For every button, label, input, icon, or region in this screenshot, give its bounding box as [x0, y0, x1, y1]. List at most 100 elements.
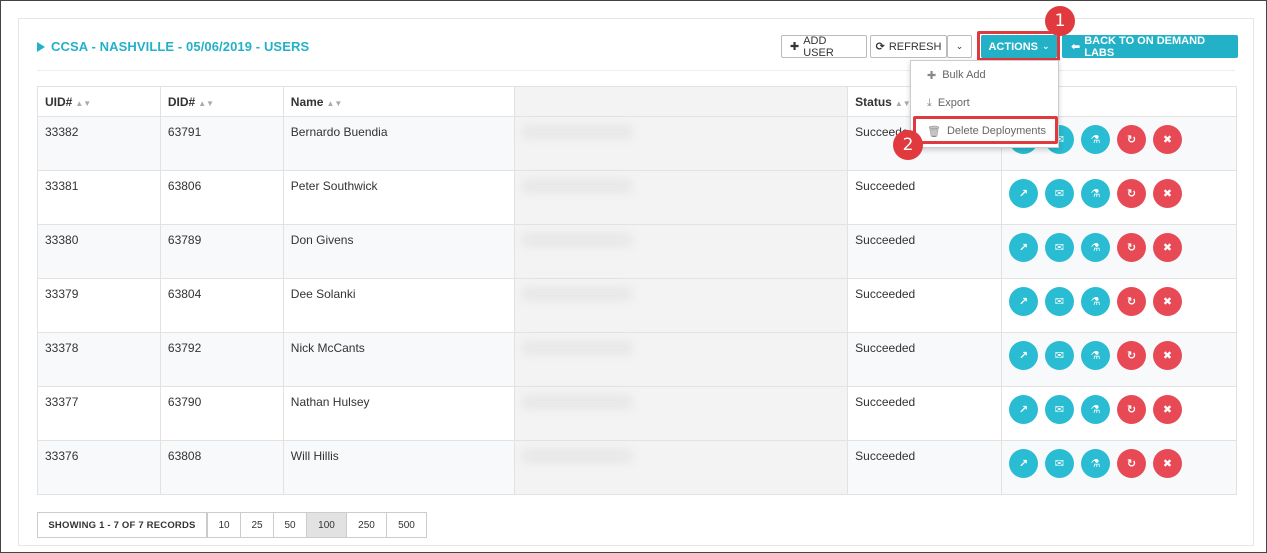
flask-icon: ⚗	[1090, 296, 1101, 308]
reset-button[interactable]: ↻	[1117, 125, 1147, 154]
email-button[interactable]: ✉	[1045, 287, 1075, 316]
sort-icon: ▲▼	[198, 99, 215, 108]
did-cell: 63789	[159, 224, 284, 279]
menu-item-label: Export	[937, 97, 970, 109]
sort-icon: ▲▼	[326, 99, 343, 108]
delete-button[interactable]: ✖	[1153, 287, 1183, 316]
uid-cell: 33382	[37, 116, 161, 171]
status-cell: Succeeded	[847, 332, 1003, 387]
flask-button[interactable]: ⚗	[1081, 341, 1111, 370]
flask-button[interactable]: ⚗	[1081, 179, 1111, 208]
table-row: 33376 63808 Will Hillis Succeeded ↗ ✉ ⚗ ↻ ✖	[37, 440, 1237, 495]
page-size-100[interactable]: 100	[306, 512, 347, 538]
page-size-10[interactable]: 10	[207, 512, 241, 538]
open-external-icon: ↗	[1018, 404, 1029, 416]
refresh-icon: ⟳	[875, 41, 885, 53]
reset-icon: ↻	[1126, 458, 1137, 470]
table-row: 33377 63790 Nathan Hulsey Succeeded ↗ ✉ ⚗ ↻ ✖	[37, 386, 1237, 441]
email-button[interactable]: ✉	[1045, 179, 1075, 208]
callout-2: 2	[893, 130, 923, 160]
page-size-50[interactable]: 50	[273, 512, 307, 538]
reset-button[interactable]: ↻	[1117, 341, 1147, 370]
flask-button[interactable]: ⚗	[1081, 233, 1111, 262]
menu-item-bulk-add[interactable]: ✚ Bulk Add	[911, 61, 1058, 89]
delete-icon: ✖	[1162, 350, 1173, 362]
uid-cell: 33376	[37, 440, 161, 495]
redacted-text	[521, 287, 632, 301]
open-external-button[interactable]: ↗	[1009, 395, 1039, 424]
email-button[interactable]: ✉	[1045, 233, 1075, 262]
open-external-button[interactable]: ↗	[1009, 449, 1039, 478]
flask-button[interactable]: ⚗	[1081, 125, 1111, 154]
email-button[interactable]: ✉	[1045, 341, 1075, 370]
open-external-icon: ↗	[1018, 350, 1029, 362]
reset-button[interactable]: ↻	[1117, 449, 1147, 478]
redacted-text	[521, 341, 632, 355]
reset-button[interactable]: ↻	[1117, 395, 1147, 424]
reset-icon: ↻	[1126, 296, 1137, 308]
menu-item-label: Bulk Add	[942, 69, 986, 81]
flask-button[interactable]: ⚗	[1081, 287, 1111, 316]
row-actions-cell: ↗ ✉ ⚗ ↻ ✖	[1001, 440, 1237, 495]
delete-button[interactable]: ✖	[1153, 449, 1183, 478]
reset-button[interactable]: ↻	[1117, 179, 1147, 208]
page-size-500[interactable]: 500	[386, 512, 427, 538]
flask-icon: ⚗	[1090, 350, 1101, 362]
open-external-button[interactable]: ↗	[1009, 233, 1039, 262]
redacted-cell	[513, 386, 849, 441]
status-cell: Succeeded	[847, 386, 1003, 441]
status-cell: Succeeded	[847, 170, 1003, 225]
reset-icon: ↻	[1126, 134, 1137, 146]
column-header-name[interactable]: Name ▲▼	[282, 86, 515, 117]
name-cell: Peter Southwick	[282, 170, 515, 225]
did-cell: 63806	[159, 170, 284, 225]
flask-button[interactable]: ⚗	[1081, 449, 1111, 478]
table-row: 33379 63804 Dee Solanki Succeeded ↗ ✉ ⚗ ↻ ✖	[37, 278, 1237, 333]
row-actions-cell: ↗ ✉ ⚗ ↻ ✖	[1001, 332, 1237, 387]
did-cell: 63804	[159, 278, 284, 333]
page-size-25[interactable]: 25	[240, 512, 274, 538]
menu-item-export[interactable]: ⤓ Export	[911, 89, 1058, 117]
delete-button[interactable]: ✖	[1153, 395, 1183, 424]
column-header-did[interactable]: DID# ▲▼	[159, 86, 284, 117]
email-icon: ✉	[1054, 404, 1065, 416]
redacted-text	[521, 395, 632, 409]
flask-button[interactable]: ⚗	[1081, 395, 1111, 424]
open-external-icon: ↗	[1018, 242, 1029, 254]
reset-icon: ↻	[1126, 242, 1137, 254]
redacted-cell	[513, 170, 849, 225]
open-external-button[interactable]: ↗	[1009, 341, 1039, 370]
delete-icon: ✖	[1162, 458, 1173, 470]
flask-icon: ⚗	[1090, 188, 1101, 200]
delete-icon: ✖	[1162, 296, 1173, 308]
refresh-options-button[interactable]: ⌄	[947, 35, 972, 58]
records-info: SHOWING 1 - 7 OF 7 RECORDS	[37, 512, 207, 538]
open-external-button[interactable]: ↗	[1009, 179, 1039, 208]
column-header-uid[interactable]: UID# ▲▼	[37, 86, 161, 117]
delete-button[interactable]: ✖	[1153, 233, 1183, 262]
row-actions-cell: ↗ ✉ ⚗ ↻ ✖	[1001, 224, 1237, 279]
reset-button[interactable]: ↻	[1117, 287, 1147, 316]
page-size-250[interactable]: 250	[346, 512, 387, 538]
back-to-labs-button[interactable]: ⬅ BACK TO ON DEMAND LABS	[1062, 35, 1238, 59]
pagination: SHOWING 1 - 7 OF 7 RECORDS 10 25 50 100 …	[37, 512, 427, 538]
uid-cell: 33379	[37, 278, 161, 333]
reset-button[interactable]: ↻	[1117, 233, 1147, 262]
delete-button[interactable]: ✖	[1153, 341, 1183, 370]
did-cell: 63792	[159, 332, 284, 387]
plus-icon: ✚	[790, 41, 800, 53]
redacted-cell	[513, 224, 849, 279]
name-cell: Will Hillis	[282, 440, 515, 495]
add-user-button[interactable]: ✚ ADD USER	[781, 35, 867, 59]
delete-icon: ✖	[1162, 404, 1173, 416]
email-button[interactable]: ✉	[1045, 449, 1075, 478]
row-actions: ↗ ✉ ⚗ ↻ ✖	[1009, 395, 1229, 424]
refresh-button[interactable]: ⟳ REFRESH	[870, 35, 947, 58]
table-row: 33380 63789 Don Givens Succeeded ↗ ✉ ⚗ ↻ ✖	[37, 224, 1237, 279]
open-external-button[interactable]: ↗	[1009, 287, 1039, 316]
delete-button[interactable]: ✖	[1153, 125, 1183, 154]
chevron-down-icon: ⌄	[955, 41, 964, 51]
email-button[interactable]: ✉	[1045, 395, 1075, 424]
email-icon: ✉	[1054, 242, 1065, 254]
delete-button[interactable]: ✖	[1153, 179, 1183, 208]
